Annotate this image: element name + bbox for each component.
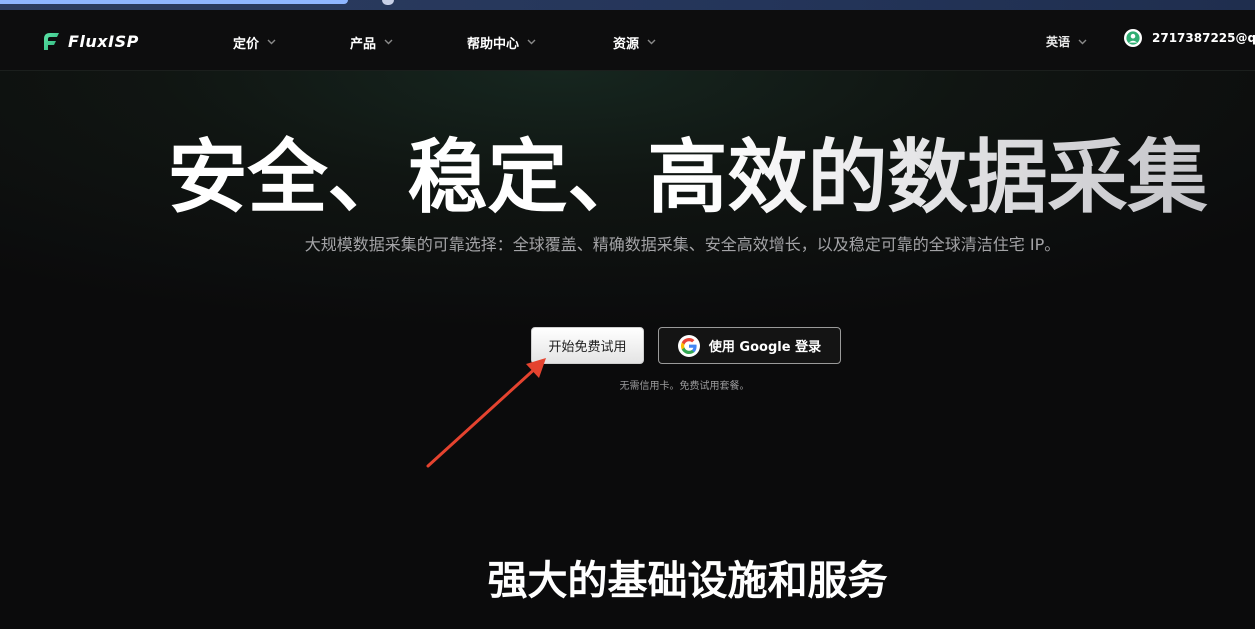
nav-item-label: 产品	[350, 36, 377, 52]
brand-name: FluxISP	[68, 31, 139, 51]
chevron-down-icon	[527, 39, 536, 45]
no-credit-card-note: 无需信用卡。免费试用套餐。	[619, 381, 750, 392]
hero-title: 安全、稳定、高效的数据采集	[0, 128, 1255, 228]
google-login-button[interactable]: 使用 Google 登录	[658, 327, 841, 364]
browser-tab-strip	[0, 0, 1255, 10]
nav-item-label: 资源	[613, 36, 640, 52]
chevron-down-icon	[1078, 39, 1087, 44]
chevron-down-icon	[384, 39, 393, 45]
section-title: 强大的基础设施和服务	[487, 558, 888, 604]
page: FluxISP 定价 产品 帮助中心 资源 英语 2717387225@q 安全…	[0, 0, 1255, 629]
browser-tab[interactable]	[0, 0, 348, 4]
user-avatar-icon	[1124, 29, 1142, 47]
top-navbar: FluxISP 定价 产品 帮助中心 资源 英语 2717387225@q	[0, 10, 1255, 71]
google-login-label: 使用 Google 登录	[708, 340, 822, 355]
nav-item-pricing[interactable]: 定价	[233, 32, 276, 52]
google-logo-icon	[677, 334, 700, 357]
language-label: 英语	[1046, 35, 1071, 49]
user-email: 2717387225@qq.	[1152, 31, 1255, 45]
tab-indicator	[382, 0, 394, 5]
chevron-down-icon	[647, 39, 656, 45]
user-account-menu[interactable]: 2717387225@qq.	[1124, 29, 1255, 47]
red-annotation-arrow	[426, 358, 546, 468]
nav-item-label: 定价	[233, 36, 260, 52]
language-selector[interactable]: 英语	[1046, 33, 1087, 50]
nav-item-resources[interactable]: 资源	[613, 32, 656, 52]
nav-item-label: 帮助中心	[467, 36, 520, 52]
hero-subtitle: 大规模数据采集的可靠选择：全球覆盖、精确数据采集、安全高效增长，以及稳定可靠的全…	[304, 235, 1061, 254]
nav-item-help-center[interactable]: 帮助中心	[467, 32, 536, 52]
nav-item-products[interactable]: 产品	[350, 32, 393, 52]
fluxisp-logo-icon	[44, 33, 59, 50]
chevron-down-icon	[267, 39, 276, 45]
brand-logo[interactable]: FluxISP	[40, 29, 139, 53]
